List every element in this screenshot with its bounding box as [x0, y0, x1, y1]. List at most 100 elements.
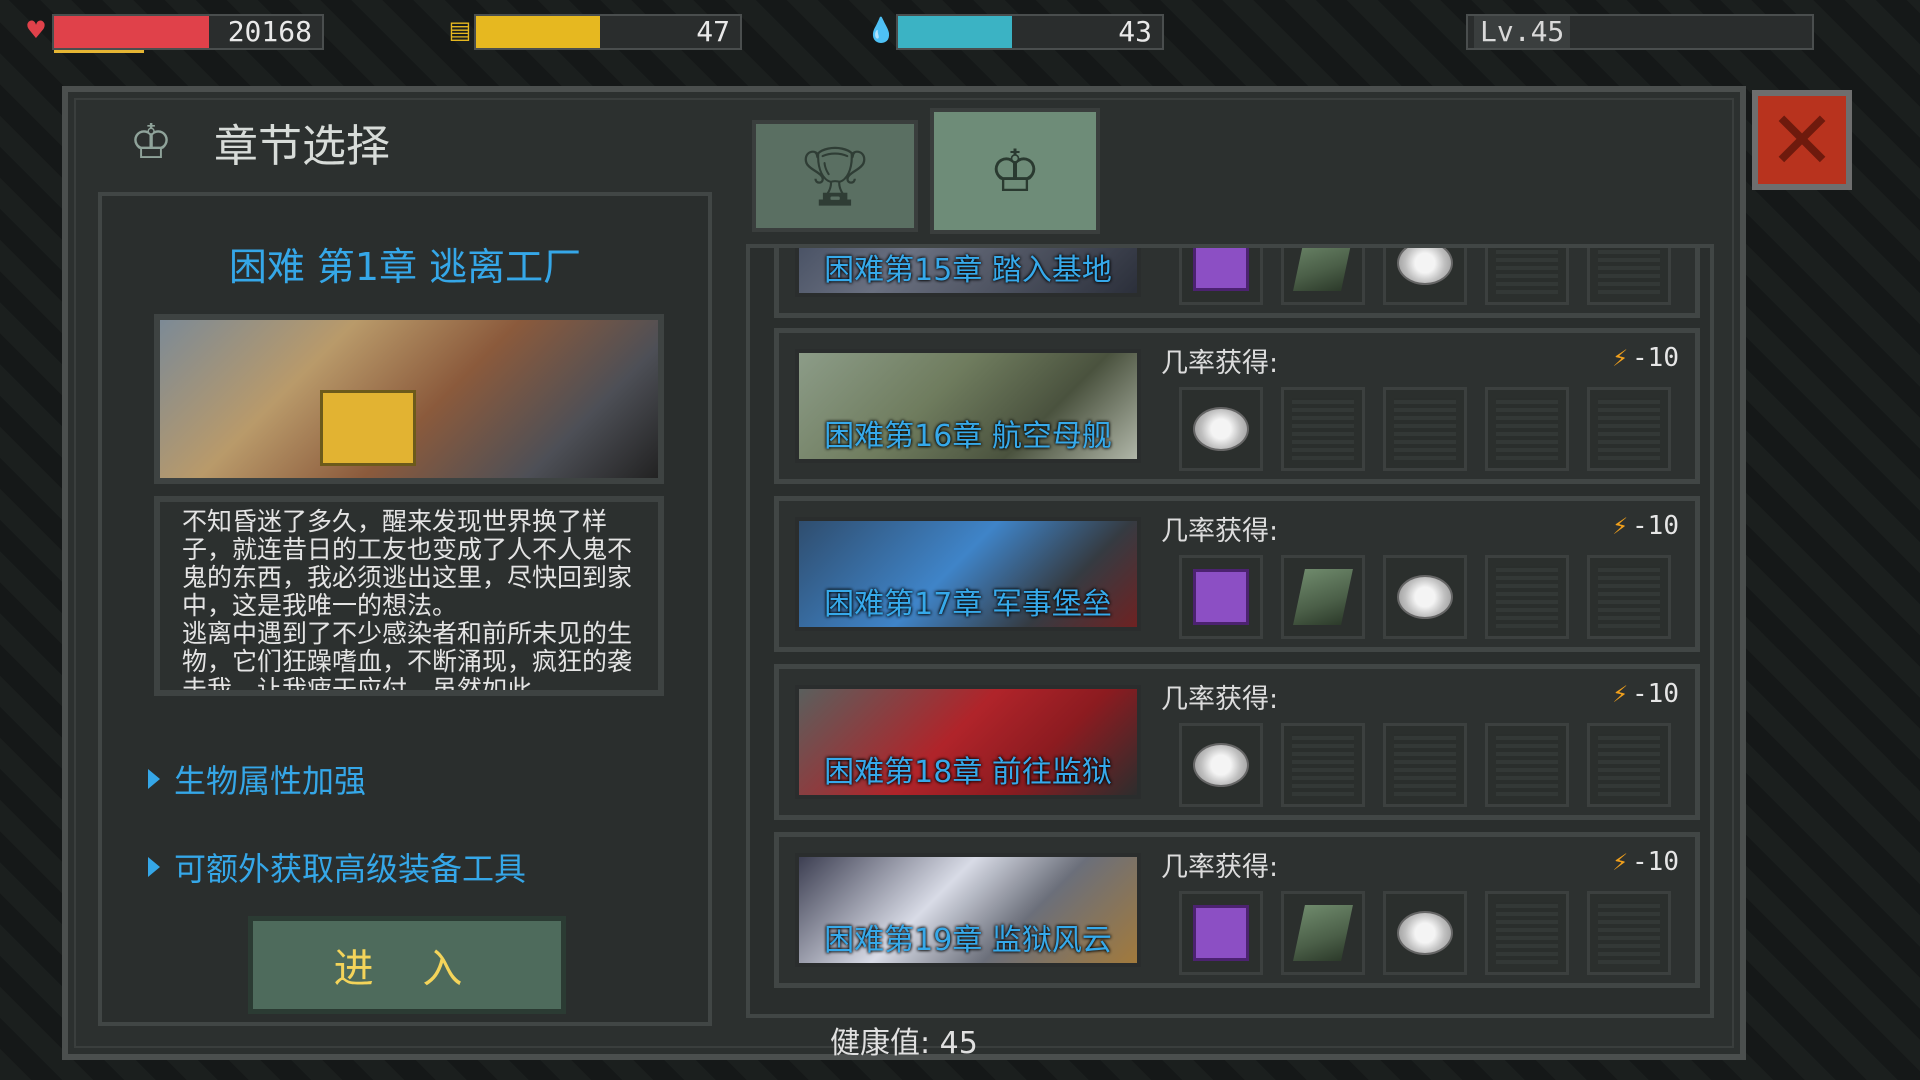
- reward-slot[interactable]: [1179, 555, 1263, 639]
- purple-chest-icon: [1193, 248, 1249, 291]
- feature-item: 生物属性加强: [148, 756, 366, 802]
- lightning-icon: ⚡: [1612, 847, 1629, 877]
- coin-icon: [1397, 575, 1453, 619]
- water-drop-icon: 💧: [866, 16, 896, 44]
- feature-label: 生物属性加强: [174, 762, 367, 800]
- purple-chest-icon: [1193, 569, 1249, 625]
- chapter-list[interactable]: 困难第15章 踏入基地 困难第16章 航空母舰 几率获得: ⚡ -10 困难第17章 军事…: [746, 244, 1714, 1018]
- close-button[interactable]: ✕: [1752, 90, 1852, 190]
- reward-slot: [1485, 387, 1569, 471]
- energy-cost: ⚡ -10: [1612, 847, 1679, 877]
- water-bar-fill: [898, 16, 1012, 48]
- energy-cost: ⚡ -10: [1612, 343, 1679, 373]
- empty-slot: [1496, 248, 1558, 294]
- drop-chance-label: 几率获得:: [1161, 852, 1279, 883]
- empty-slot: [1598, 248, 1660, 294]
- reward-slot[interactable]: [1383, 555, 1467, 639]
- chapter-preview-image: [154, 314, 664, 484]
- water-bar: 43: [896, 14, 1164, 50]
- reward-slot[interactable]: [1281, 248, 1365, 305]
- winged-trophy-emblem-icon: ♔: [129, 114, 173, 170]
- empty-slot: [1598, 902, 1660, 964]
- trophy-icon: 🏆︎: [798, 141, 872, 210]
- empty-slot: [1496, 398, 1558, 460]
- coin-icon: [1193, 743, 1249, 787]
- empty-slot: [1598, 566, 1660, 628]
- empty-slot: [1598, 734, 1660, 796]
- heart-icon: ♥: [25, 16, 47, 44]
- purple-chest-icon: [1193, 905, 1249, 961]
- reward-slot: [1587, 555, 1671, 639]
- lightning-icon: ⚡: [1612, 679, 1629, 709]
- reward-slot: [1383, 723, 1467, 807]
- chapter-thumbnail: 困难第16章 航空母舰: [795, 349, 1141, 463]
- chapter-row[interactable]: 困难第16章 航空母舰 几率获得: ⚡ -10: [774, 328, 1700, 484]
- chapter-thumbnail: 困难第18章 前往监狱: [795, 685, 1141, 799]
- winged-trophy-icon: ♔: [989, 137, 1041, 205]
- empty-slot: [1394, 734, 1456, 796]
- chapter-detail: 困难 第1章 逃离工厂 不知昏迷了多久，醒来发现世界换了样子，就连昔日的工友也变…: [98, 192, 712, 1026]
- reward-slot[interactable]: [1281, 555, 1365, 639]
- reward-slot: [1485, 723, 1569, 807]
- energy-cost-value: -10: [1632, 847, 1679, 877]
- reward-slot: [1281, 387, 1365, 471]
- panel-header: ♔ 章节选择: [96, 102, 390, 182]
- panel-title: 章节选择: [214, 121, 390, 172]
- reward-slot: [1485, 555, 1569, 639]
- chapter-name: 困难第16章 航空母舰: [824, 419, 1112, 454]
- hunger-bar: 47: [474, 14, 742, 50]
- arrow-right-icon: [148, 769, 160, 789]
- chapter-row[interactable]: 困难第18章 前往监狱 几率获得: ⚡ -10: [774, 664, 1700, 820]
- drop-chance-label: 几率获得:: [1161, 348, 1279, 379]
- reward-slot: [1587, 723, 1671, 807]
- arrow-right-icon: [148, 857, 160, 877]
- tab-hard[interactable]: ♔: [930, 108, 1100, 234]
- energy-cost-value: -10: [1632, 343, 1679, 373]
- reward-slot: [1485, 248, 1569, 305]
- hp-sub-bar: [54, 50, 144, 53]
- chapter-thumbnail: 困难第19章 监狱风云: [795, 853, 1141, 967]
- reward-slot[interactable]: [1179, 891, 1263, 975]
- chapter-row[interactable]: 困难第17章 军事堡垒 几率获得: ⚡ -10: [774, 496, 1700, 652]
- reward-slot[interactable]: [1179, 723, 1263, 807]
- reward-slot[interactable]: [1179, 248, 1263, 305]
- chapter-row[interactable]: 困难第15章 踏入基地: [774, 248, 1700, 318]
- reward-slot[interactable]: [1383, 891, 1467, 975]
- tool-icon: [1293, 248, 1353, 291]
- reward-slot: [1485, 891, 1569, 975]
- selected-chapter-title: 困难 第1章 逃离工厂: [228, 245, 582, 289]
- reward-slot: [1587, 891, 1671, 975]
- chapter-name: 困难第18章 前往监狱: [824, 755, 1112, 790]
- hunger-bar-fill: [476, 16, 601, 48]
- reward-slot[interactable]: [1281, 891, 1365, 975]
- chapter-description-box[interactable]: 不知昏迷了多久，醒来发现世界换了样子，就连昔日的工友也变成了人不人鬼不鬼的东西，…: [154, 496, 664, 696]
- enter-button[interactable]: 进 入: [248, 916, 566, 1014]
- tab-normal[interactable]: 🏆︎: [752, 120, 918, 232]
- chapter-row[interactable]: 困难第19章 监狱风云 几率获得: ⚡ -10: [774, 832, 1700, 988]
- chapter-name: 困难第17章 军事堡垒: [824, 587, 1112, 622]
- lightning-icon: ⚡: [1612, 343, 1629, 373]
- hp-bar-fill: [54, 16, 210, 48]
- chapter-name: 困难第19章 监狱风云: [824, 923, 1112, 958]
- chapter-thumbnail: 困难第15章 踏入基地: [795, 248, 1141, 297]
- level-label: Lv.45: [1474, 16, 1571, 48]
- empty-slot: [1394, 398, 1456, 460]
- energy-cost-value: -10: [1632, 511, 1679, 541]
- coin-icon: [1397, 248, 1453, 285]
- xp-bar: Lv.45: [1466, 14, 1814, 50]
- reward-slot[interactable]: [1179, 387, 1263, 471]
- coin-icon: [1193, 407, 1249, 451]
- chapter-name: 困难第15章 踏入基地: [824, 253, 1112, 288]
- lightning-icon: ⚡: [1612, 511, 1629, 541]
- empty-slot: [1496, 566, 1558, 628]
- empty-slot: [1292, 398, 1354, 460]
- empty-slot: [1292, 734, 1354, 796]
- feature-item: 可额外获取高级装备工具: [148, 844, 526, 890]
- reward-slot[interactable]: [1383, 248, 1467, 305]
- reward-slot: [1587, 248, 1671, 305]
- tool-icon: [1293, 569, 1353, 625]
- health-label: 健康值: 45: [830, 1026, 978, 1061]
- tool-icon: [1293, 905, 1353, 961]
- empty-slot: [1598, 398, 1660, 460]
- drop-chance-label: 几率获得:: [1161, 684, 1279, 715]
